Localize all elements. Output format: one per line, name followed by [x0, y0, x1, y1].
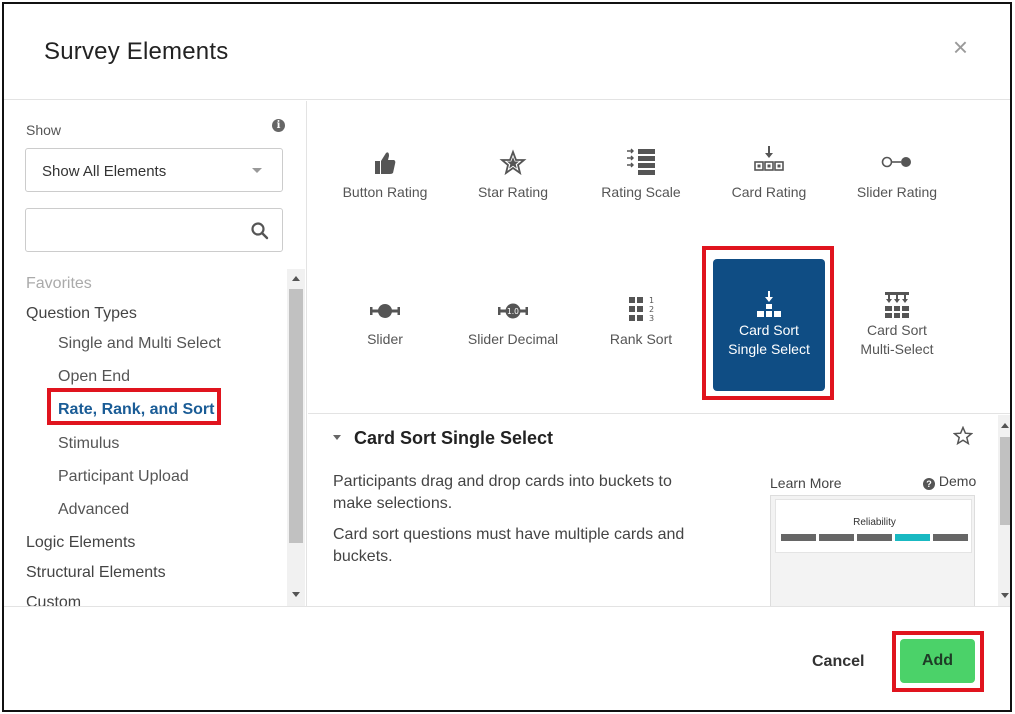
show-filter-value: Show All Elements: [42, 163, 167, 180]
help-circle-icon: ?: [923, 478, 935, 490]
element-label: Rating Scale: [601, 184, 681, 200]
dialog-footer: Cancel Add: [4, 606, 1010, 710]
element-label: Slider: [367, 331, 403, 347]
element-label: Rank Sort: [609, 331, 673, 347]
collapse-caret-icon[interactable]: [333, 435, 341, 440]
sidebar: Show i Show All Elements Favorites Quest…: [4, 101, 307, 606]
cancel-button[interactable]: Cancel: [812, 653, 864, 671]
preview-bucket: [819, 534, 854, 541]
dialog-title: Survey Elements: [44, 38, 229, 65]
scroll-down-arrow[interactable]: [1001, 593, 1009, 598]
add-button[interactable]: Add: [900, 639, 975, 683]
slider-decimal-badge: 1.0: [507, 307, 519, 316]
preview-bucket-selected: [895, 534, 930, 541]
star-icon: [499, 149, 527, 176]
nav-custom[interactable]: Custom: [26, 594, 81, 606]
element-label: Button Rating: [342, 184, 428, 200]
rank-digit-1: 1: [649, 296, 654, 305]
element-grid: Button Rating Star Rating Rating Scale C…: [308, 101, 1010, 414]
preview-title: Reliability: [853, 517, 896, 528]
nav-stimulus[interactable]: Stimulus: [58, 435, 119, 453]
element-label-line1: Card Sort: [739, 322, 799, 338]
desc-line: make selections.: [333, 495, 453, 512]
search-input[interactable]: [27, 210, 237, 250]
nav-advanced[interactable]: Advanced: [58, 501, 129, 519]
element-rating-scale[interactable]: Rating Scale: [585, 130, 697, 262]
element-star-rating[interactable]: Star Rating: [457, 130, 569, 262]
rank-digit-3: 3: [649, 314, 654, 323]
element-card-sort-single-select[interactable]: Card Sort Single Select: [713, 259, 825, 391]
nav-open-end[interactable]: Open End: [58, 368, 130, 386]
element-slider-decimal[interactable]: 1.0 Slider Decimal: [457, 259, 569, 391]
preview-bucket: [933, 534, 968, 541]
sidebar-scrollbar[interactable]: [287, 269, 305, 606]
detail-scroll-thumb[interactable]: [1000, 437, 1010, 525]
show-label: Show: [26, 122, 62, 138]
scroll-up-arrow[interactable]: [1001, 423, 1009, 428]
nav-rate-rank-sort[interactable]: Rate, Rank, and Sort: [58, 401, 214, 419]
nav-single-multi-select[interactable]: Single and Multi Select: [58, 335, 221, 353]
slider-rating-icon: [881, 156, 911, 168]
demo-link[interactable]: ? Demo: [923, 473, 976, 490]
survey-elements-dialog: Survey Elements × Show i Show All Elemen…: [2, 2, 1012, 712]
detail-title: Card Sort Single Select: [354, 428, 554, 448]
element-slider-rating[interactable]: Slider Rating: [841, 130, 953, 262]
chevron-down-icon: [252, 168, 262, 173]
card-sort-single-icon: [757, 291, 781, 317]
nav-question-types[interactable]: Question Types: [26, 305, 137, 323]
rank-digit-2: 2: [649, 305, 654, 314]
preview-card: Reliability: [775, 499, 972, 553]
element-slider[interactable]: Slider: [329, 259, 441, 391]
element-label-line2: Single Select: [728, 341, 810, 357]
element-label: Slider Rating: [856, 184, 938, 200]
element-card-sort-multi-select[interactable]: Card Sort Multi-Select: [841, 259, 953, 391]
detail-scrollbar[interactable]: [998, 415, 1010, 606]
show-filter-dropdown[interactable]: Show All Elements: [25, 148, 283, 192]
desc-line: buckets.: [333, 548, 393, 565]
slider-icon: [370, 304, 400, 318]
rank-sort-icon: 1 2 3: [629, 296, 654, 323]
favorite-star-icon[interactable]: [953, 426, 973, 446]
detail-description-2: Card sort questions must have multiple c…: [333, 524, 703, 568]
demo-label: Demo: [938, 473, 977, 489]
element-label: Card Rating: [731, 184, 807, 200]
element-label: Star Rating: [477, 184, 549, 200]
preview-bucket: [781, 534, 816, 541]
element-label: Slider Decimal: [467, 331, 559, 347]
nav-structural-elements[interactable]: Structural Elements: [26, 564, 166, 582]
sidebar-scroll-thumb[interactable]: [289, 289, 303, 543]
scroll-down-arrow[interactable]: [292, 592, 300, 597]
search-icon[interactable]: [250, 221, 270, 241]
info-icon[interactable]: i: [272, 119, 285, 132]
slider-decimal-icon: 1.0: [498, 303, 528, 319]
nav-logic-elements[interactable]: Logic Elements: [26, 534, 135, 552]
nav-favorites[interactable]: Favorites: [26, 275, 92, 293]
element-button-rating[interactable]: Button Rating: [329, 130, 441, 262]
element-preview-thumbnail[interactable]: Reliability: [770, 495, 975, 606]
preview-bucket: [857, 534, 892, 541]
learn-more-link[interactable]: Learn More: [770, 475, 842, 491]
element-label-line2: Multi-Select: [860, 341, 934, 357]
card-sort-multi-icon: [885, 292, 909, 318]
detail-description-1: Participants drag and drop cards into bu…: [333, 471, 703, 515]
nav-participant-upload[interactable]: Participant Upload: [58, 468, 189, 486]
card-rating-icon: [754, 146, 784, 171]
desc-line: Participants drag and drop cards into bu…: [333, 473, 672, 490]
close-icon[interactable]: ×: [953, 34, 968, 60]
rating-scale-icon: [627, 148, 655, 175]
element-detail-panel: Card Sort Single Select Participants dra…: [308, 415, 1010, 606]
search-box: [25, 208, 283, 252]
desc-line: Card sort questions must have multiple c…: [333, 526, 685, 543]
element-label-line1: Card Sort: [867, 322, 927, 338]
thumbs-up-icon: [375, 152, 396, 174]
dialog-header: Survey Elements ×: [4, 4, 1010, 100]
element-rank-sort[interactable]: 1 2 3 Rank Sort: [585, 259, 697, 391]
element-card-rating[interactable]: Card Rating: [713, 130, 825, 262]
scroll-up-arrow[interactable]: [292, 276, 300, 281]
